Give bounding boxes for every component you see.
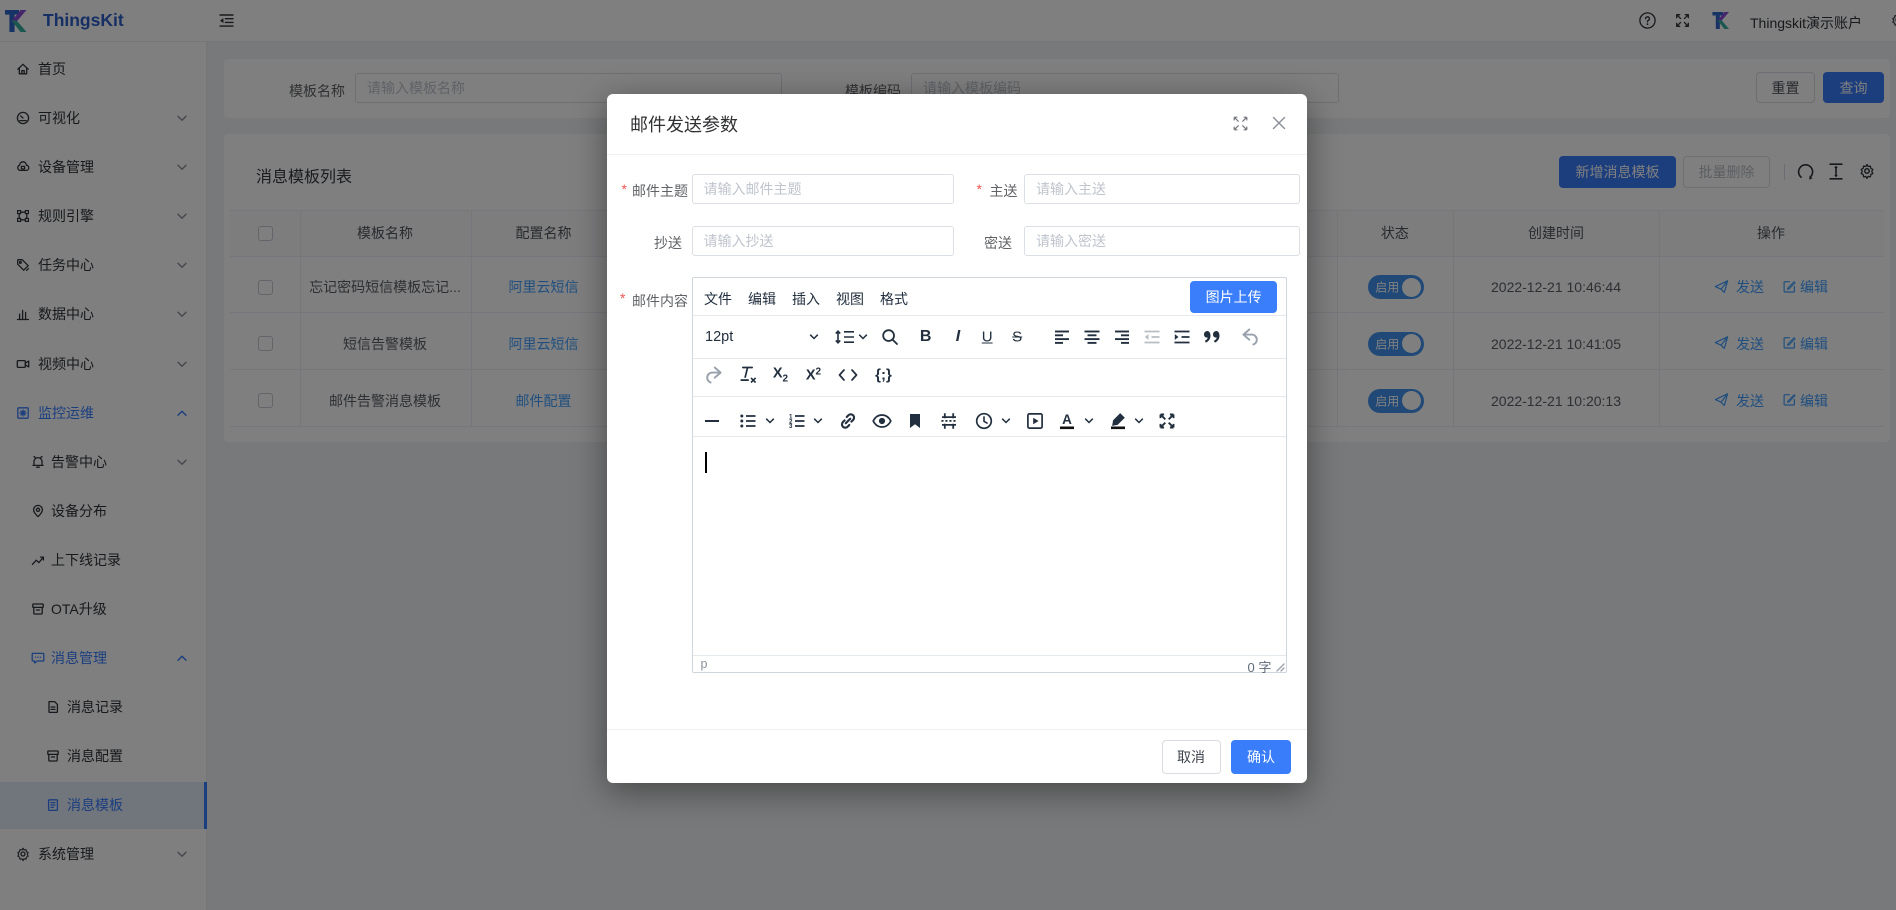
svg-text:3: 3 bbox=[789, 423, 793, 428]
svg-text:A: A bbox=[1062, 413, 1072, 428]
